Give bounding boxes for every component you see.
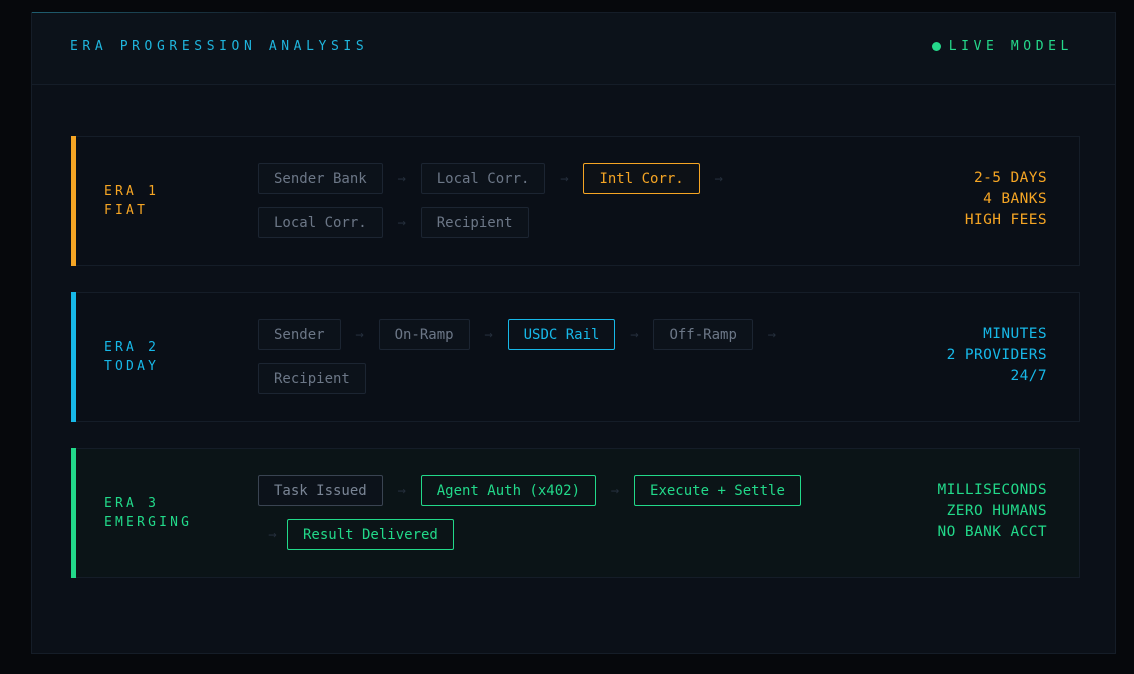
flow-node-agent-auth: Agent Auth (x402) [420,475,597,506]
panel-title: ERA PROGRESSION ANALYSIS [70,39,369,54]
flow-row: → Result Delivered [258,518,898,551]
era-3-flow: Task Issued → Agent Auth (x402) → Execut… [258,474,898,562]
flow-node-sender: Sender [258,319,341,350]
flow-node-task-issued: Task Issued [258,475,383,506]
stat-parties: ZERO HUMANS [946,503,1047,519]
era-3-accent-bar [71,448,76,578]
flow-node-local-corr: Local Corr. [420,163,546,194]
live-status-label: LIVE MODEL [948,39,1073,54]
era-2-card: ERA 2 TODAY Sender → On-Ramp → USDC Rail… [71,292,1080,422]
era-progression-panel: ERA PROGRESSION ANALYSIS LIVE MODEL ERA … [31,12,1116,654]
arrow-right-icon: → [397,482,406,499]
era-1-stats: 2-5 DAYS 4 BANKS HIGH FEES [965,168,1047,231]
live-status: LIVE MODEL [931,39,1073,54]
era-2-number: ERA 2 [104,340,160,355]
era-2-stats: MINUTES 2 PROVIDERS 24/7 [947,324,1047,387]
era-2-label: ERA 2 TODAY [104,338,159,376]
flow-node-sender-bank: Sender Bank [258,163,383,194]
flow-node-usdc-rail: USDC Rail [507,319,616,350]
era-2-flow: Sender → On-Ramp → USDC Rail → Off-Ramp … [258,318,898,406]
era-1-label: ERA 1 FIAT [104,182,159,220]
flow-node-execute-settle: Execute + Settle [634,475,801,506]
era-1-name: FIAT [104,203,149,218]
flow-row: Sender Bank → Local Corr. → Intl Corr. → [258,162,898,195]
era-2-accent-bar [71,292,76,422]
arrow-right-icon: → [397,170,406,187]
status-dot-icon [931,42,941,51]
flow-node-recipient: Recipient [420,207,529,238]
arrow-right-icon: → [610,482,620,499]
era-1-flow: Sender Bank → Local Corr. → Intl Corr. →… [258,162,898,250]
stat-requirement: NO BANK ACCT [937,524,1047,540]
arrow-right-icon: → [268,526,277,543]
era-1-number: ERA 1 [104,184,160,199]
flow-row: Sender → On-Ramp → USDC Rail → Off-Ramp … [258,318,898,351]
flow-row: Local Corr. → Recipient [258,206,898,239]
arrow-right-icon: → [560,170,569,187]
panel-header: ERA PROGRESSION ANALYSIS LIVE MODEL [32,13,1115,85]
stat-parties: 2 PROVIDERS [946,347,1047,363]
flow-node-result-delivered: Result Delivered [287,519,454,550]
era-3-label: ERA 3 EMERGING [104,494,192,532]
era-1-card: ERA 1 FIAT Sender Bank → Local Corr. → I… [71,136,1080,266]
flow-node-off-ramp: Off-Ramp [653,319,753,350]
era-3-number: ERA 3 [104,496,160,511]
era-1-accent-bar [71,136,76,266]
flow-node-recipient: Recipient [258,363,366,394]
arrow-right-icon: → [630,326,639,343]
stat-parties: 4 BANKS [983,191,1047,207]
stat-cost: HIGH FEES [964,212,1047,228]
era-3-stats: MILLISECONDS ZERO HUMANS NO BANK ACCT [937,480,1047,543]
flow-row: Recipient [258,362,898,395]
arrow-right-icon: → [484,326,493,343]
flow-node-local-corr-2: Local Corr. [258,207,383,238]
flow-row: Task Issued → Agent Auth (x402) → Execut… [258,474,898,507]
stat-speed: 2-5 DAYS [973,170,1047,186]
arrow-right-icon: → [397,214,406,231]
stat-speed: MILLISECONDS [937,482,1047,498]
era-2-name: TODAY [104,359,160,374]
era-3-card: ERA 3 EMERGING Task Issued → Agent Auth … [71,448,1080,578]
flow-node-on-ramp: On-Ramp [378,319,470,350]
arrow-right-icon: → [355,326,364,343]
arrow-right-icon: → [714,170,723,187]
stat-availability: 24/7 [1010,368,1047,384]
flow-node-intl-corr: Intl Corr. [583,163,700,194]
era-3-name: EMERGING [104,515,193,530]
arrow-right-icon: → [767,326,777,343]
stat-speed: MINUTES [983,326,1047,342]
